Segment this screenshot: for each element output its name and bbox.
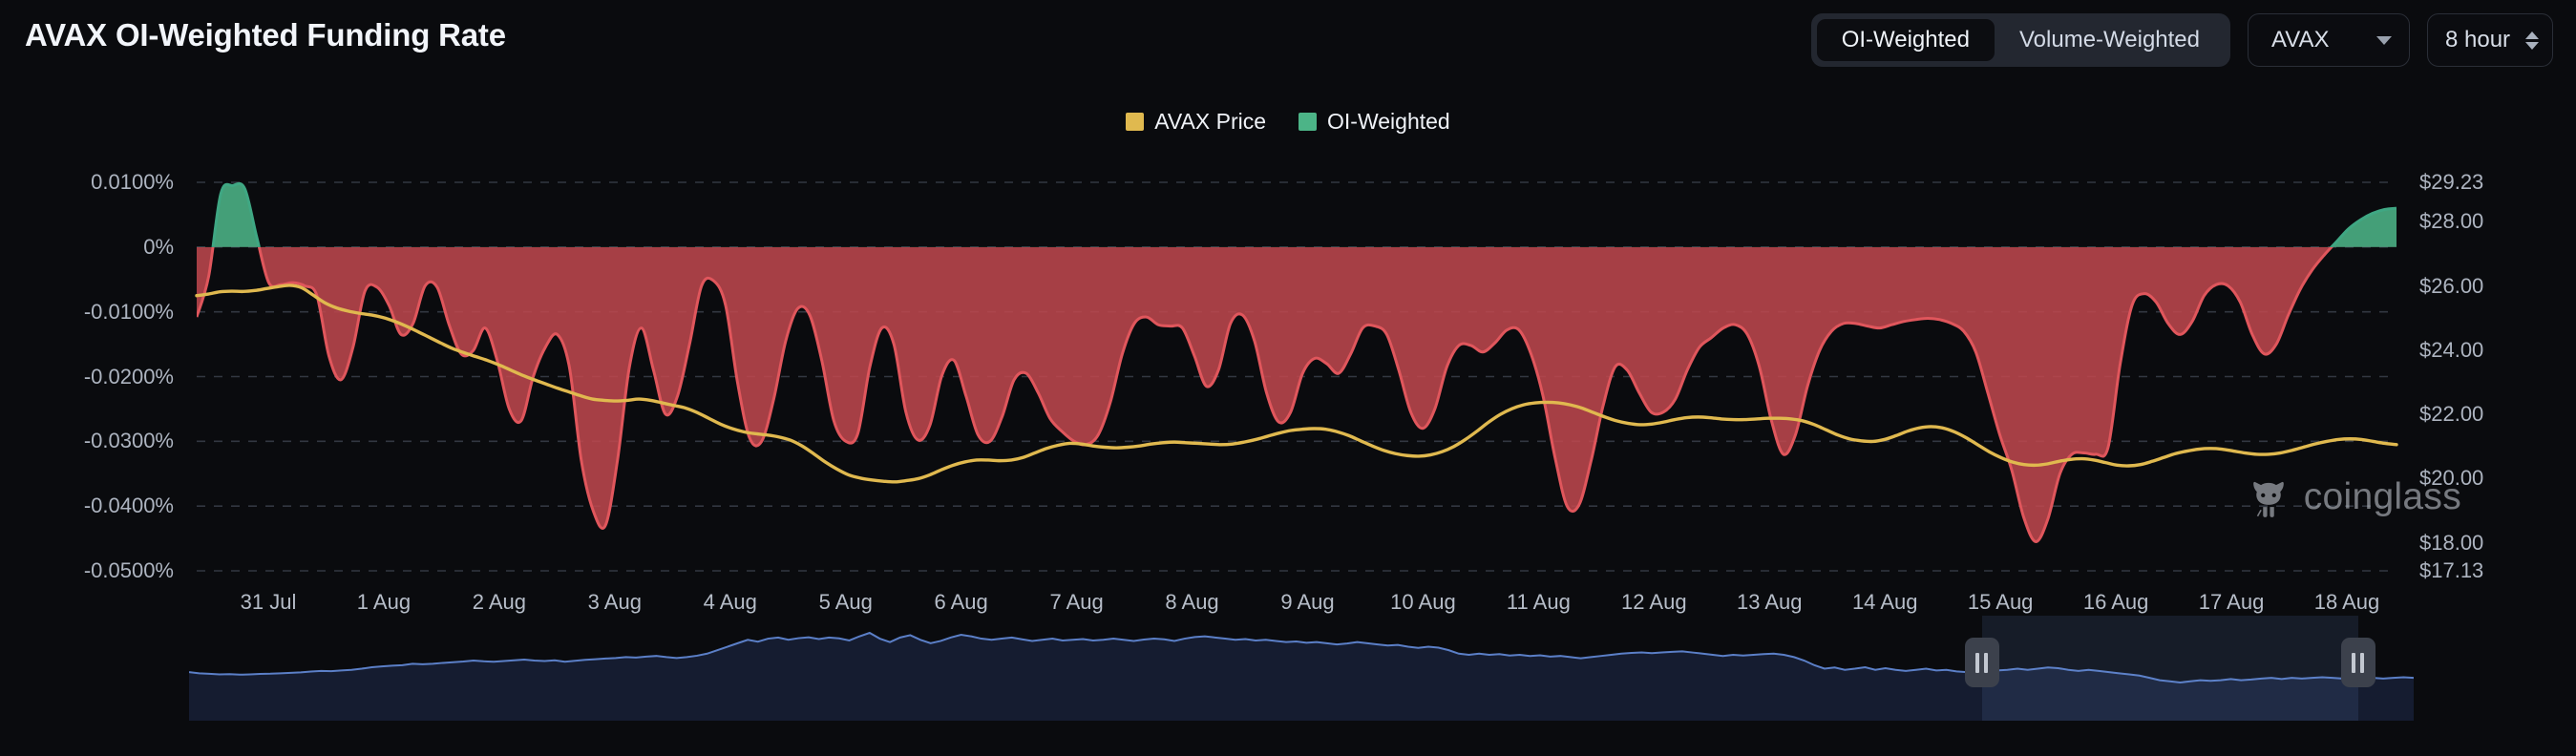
spinner-arrows-icon (2525, 31, 2539, 50)
legend-label-price: AVAX Price (1154, 109, 1267, 134)
x-axis-tick: 8 Aug (1165, 590, 1219, 614)
y-axis-right-tick: $28.00 (2419, 209, 2484, 234)
interval-select-value: 8 hour (2445, 27, 2511, 52)
chart-legend: AVAX Price OI-Weighted (0, 109, 2576, 135)
x-axis-tick: 14 Aug (1851, 590, 1918, 614)
y-axis-right-tick: $29.23 (2419, 170, 2484, 194)
weighting-toggle-group: OI-Weighted Volume-Weighted (1810, 13, 2230, 67)
y-axis-right-tick: $22.00 (2419, 402, 2484, 427)
legend-item-price[interactable]: AVAX Price (1126, 109, 1266, 135)
y-axis-right-tick: $26.00 (2419, 273, 2484, 298)
x-axis-tick: 11 Aug (1506, 590, 1571, 614)
interval-select[interactable]: 8 hour (2427, 13, 2553, 67)
y-axis-left-tick: 0.0100% (91, 170, 174, 194)
y-axis-left-tick: -0.0100% (83, 299, 174, 324)
y-axis-left-tick: -0.0500% (83, 558, 174, 582)
x-axis-tick: 12 Aug (1621, 590, 1687, 614)
legend-swatch-price (1126, 113, 1145, 131)
y-axis-left-tick: -0.0200% (83, 364, 174, 388)
x-axis-tick: 17 Aug (2198, 590, 2265, 614)
x-axis-tick: 2 Aug (472, 590, 527, 614)
y-axis-right-tick: $24.00 (2419, 337, 2484, 362)
y-axis-right-tick: $17.13 (2419, 558, 2484, 582)
chart-canvas (195, 181, 2398, 572)
tab-oi-weighted[interactable]: OI-Weighted (1816, 19, 1995, 61)
x-axis-tick: 16 Aug (2082, 590, 2149, 614)
x-axis-tick: 4 Aug (703, 590, 757, 614)
y-axis-right-tick: $18.00 (2419, 530, 2484, 555)
x-axis-tick: 9 Aug (1280, 590, 1335, 614)
header-controls: OI-Weighted Volume-Weighted AVAX 8 hour (1810, 13, 2553, 67)
x-axis-tick: 6 Aug (934, 590, 988, 614)
chart-area[interactable]: 0.0100% 0% -0.0100% -0.0200% -0.0300% -0.0400… (0, 153, 2576, 613)
x-axis-tick: 3 Aug (587, 590, 642, 614)
page-header: AVAX OI-Weighted Funding Rate OI-Weighte… (0, 0, 2576, 76)
y-axis-left-tick: 0% (143, 234, 174, 259)
x-axis-tick: 18 Aug (2313, 590, 2380, 614)
x-axis-tick: 13 Aug (1737, 590, 1803, 614)
legend-label-oi-weighted: OI-Weighted (1327, 109, 1450, 134)
page-title: AVAX OI-Weighted Funding Rate (25, 17, 506, 52)
asset-select[interactable]: AVAX (2248, 13, 2410, 67)
funding-rate-chart-page: AVAX OI-Weighted Funding Rate OI-Weighte… (0, 0, 2576, 756)
range-handle-right[interactable] (2340, 638, 2375, 687)
x-axis-tick: 31 Jul (240, 590, 297, 614)
asset-select-value: AVAX (2271, 27, 2330, 52)
tab-volume-weighted[interactable]: Volume-Weighted (1995, 19, 2225, 61)
navigator-sparkline (189, 631, 2414, 721)
y-axis-right-tick: $20.00 (2419, 466, 2484, 491)
navigator-fill (189, 633, 2414, 721)
legend-swatch-oi-weighted (1299, 113, 1318, 131)
x-axis-tick: 7 Aug (1049, 590, 1104, 614)
x-axis-tick: 15 Aug (1967, 590, 2034, 614)
x-axis-tick: 1 Aug (356, 590, 412, 614)
funding-area-negative (197, 246, 2332, 542)
y-axis-left-tick: -0.0300% (83, 429, 174, 453)
range-handle-left[interactable] (1964, 638, 1999, 687)
legend-item-oi-weighted[interactable]: OI-Weighted (1299, 109, 1450, 135)
range-navigator[interactable] (189, 616, 2414, 721)
x-axis-tick: 5 Aug (818, 590, 873, 614)
x-axis-tick: 10 Aug (1390, 590, 1456, 614)
chevron-down-icon (2376, 35, 2392, 45)
y-axis-left-tick: -0.0400% (83, 494, 174, 518)
